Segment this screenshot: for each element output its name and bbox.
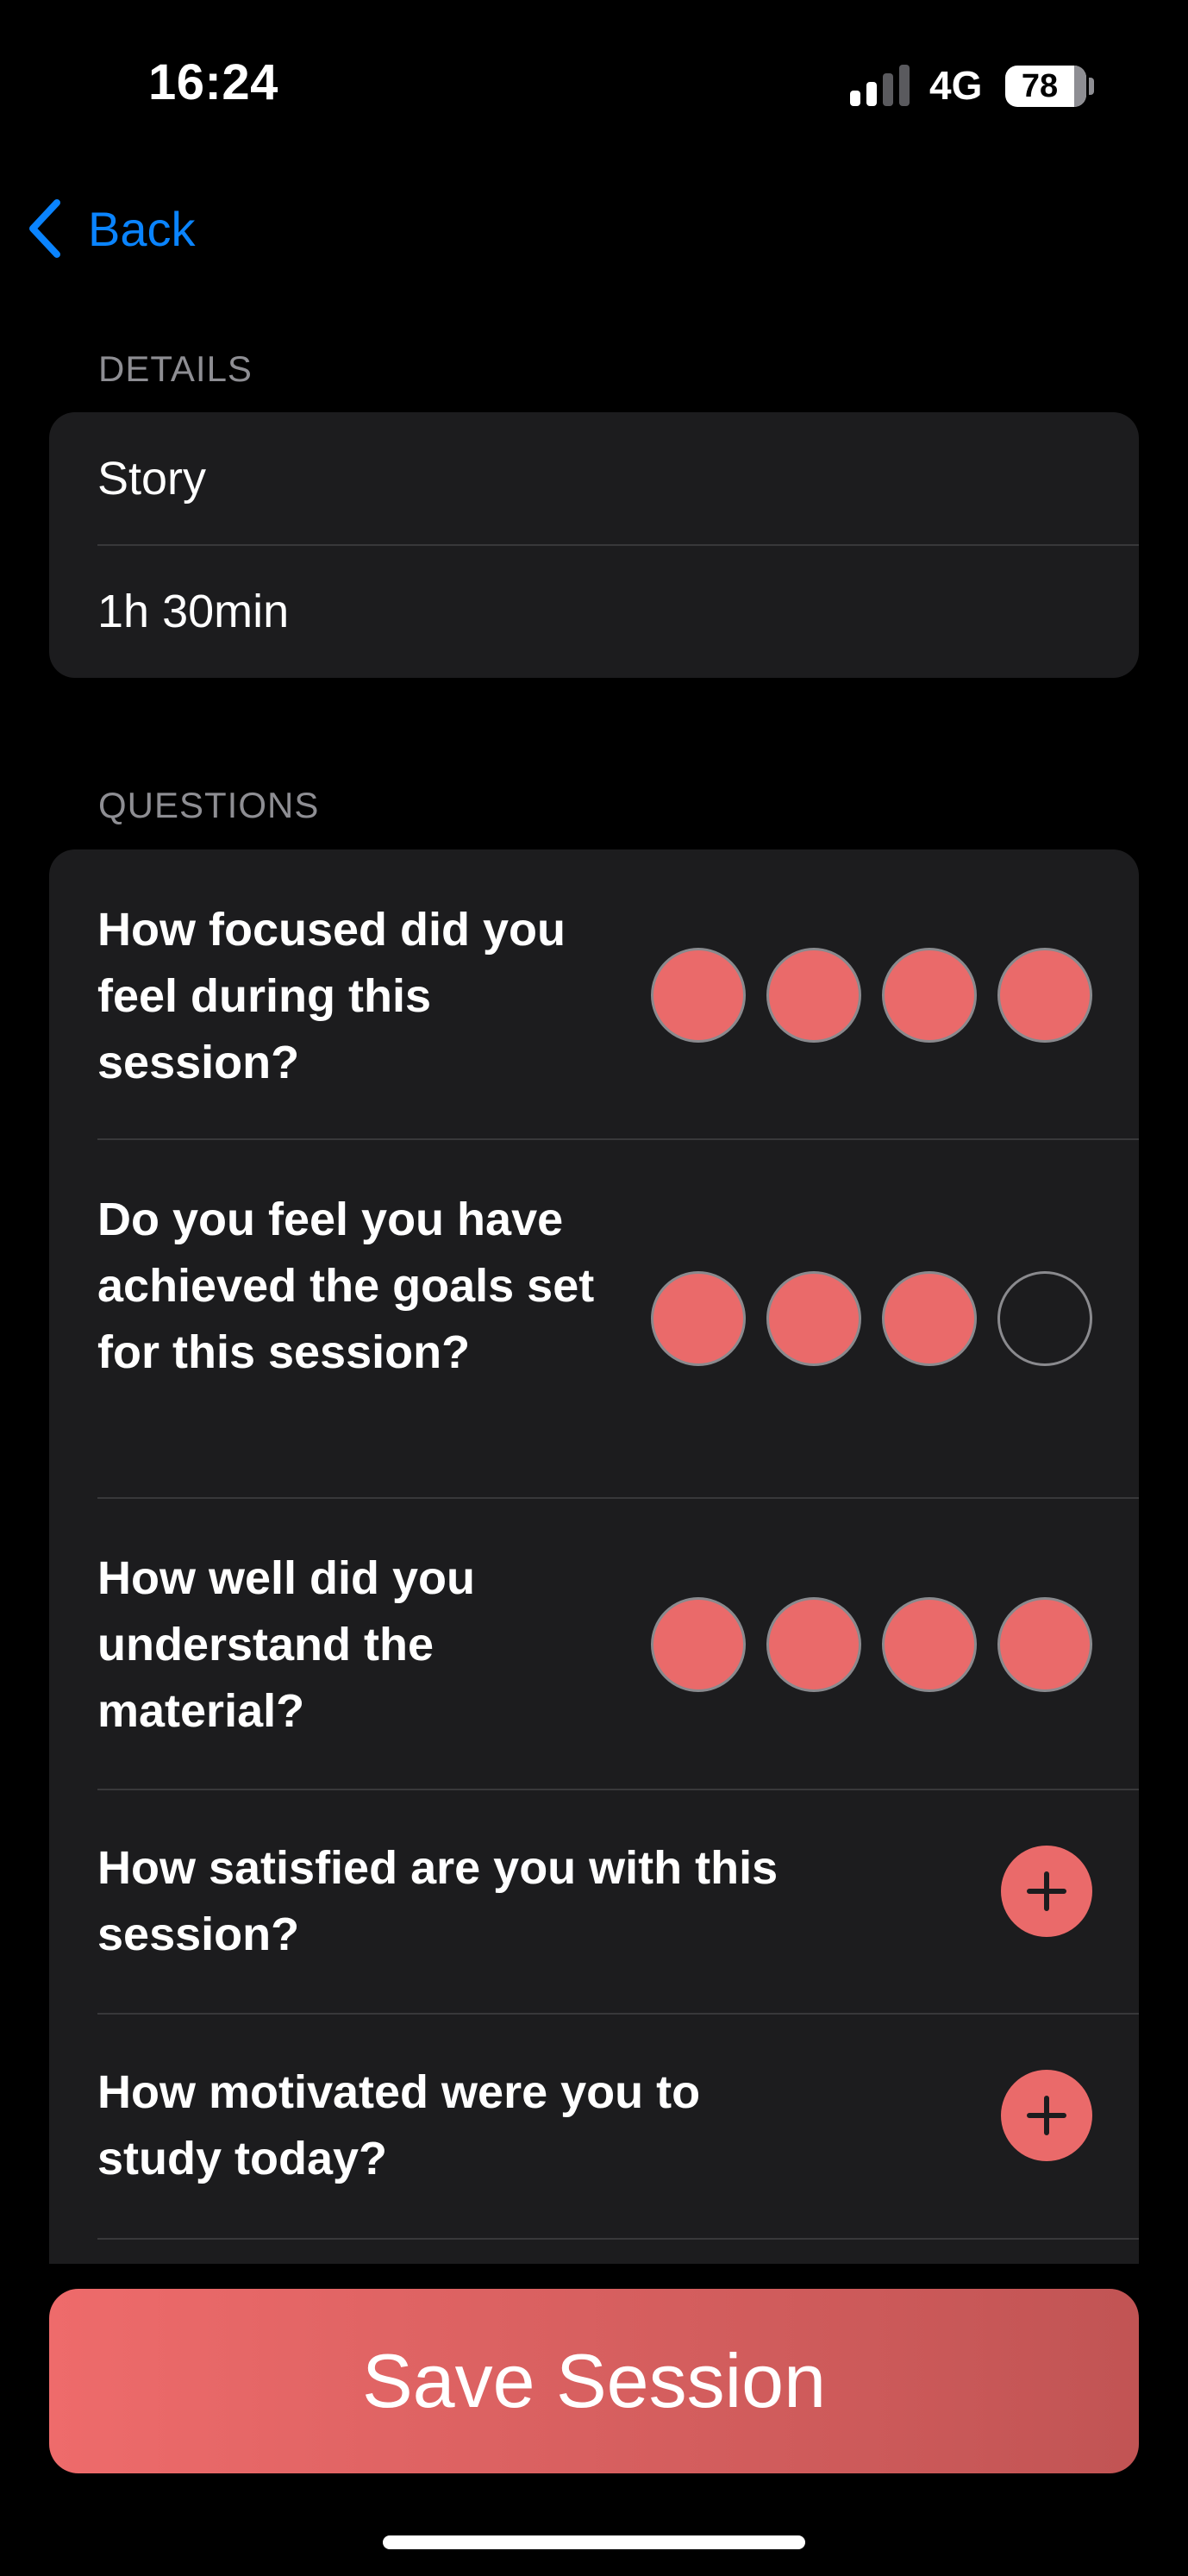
question-row-understanding: How well did you understand the material… [49, 1498, 1139, 1789]
rating-dot-3[interactable] [882, 1271, 977, 1366]
question-text-motivation: How motivated were you to study today? [97, 2066, 701, 2184]
rating-dot-4[interactable] [997, 948, 1092, 1043]
rating-dot-2[interactable] [766, 1597, 861, 1692]
question-text-goals: Do you feel you have achieved the goals … [97, 1194, 595, 1378]
question-text-focus: How focused did you feel during this ses… [97, 904, 566, 1088]
question-text-satisfaction: How satisfied are you with this session? [97, 1842, 778, 1960]
question-separator [97, 2238, 1139, 2240]
plus-icon [1027, 2096, 1066, 2135]
details-header: DETAILS [98, 348, 253, 389]
plus-icon [1027, 1871, 1066, 1911]
rating-goals [651, 1271, 1092, 1366]
question-row-goals: Do you feel you have achieved the goals … [49, 1139, 1139, 1498]
battery-level: 78 [1021, 68, 1059, 104]
back-label: Back [88, 201, 196, 256]
add-rating-button[interactable] [1001, 2070, 1092, 2161]
rating-dot-3[interactable] [882, 1597, 977, 1692]
rating-dot-3[interactable] [882, 948, 977, 1043]
question-row-motivation: How motivated were you to study today? [49, 2014, 1139, 2239]
questions-header: QUESTIONS [98, 785, 320, 825]
rating-dot-4[interactable] [997, 1597, 1092, 1692]
rating-dot-1[interactable] [651, 1597, 746, 1692]
questions-card: How focused did you feel during this ses… [49, 849, 1139, 2264]
question-row-focus: How focused did you feel during this ses… [49, 849, 1139, 1139]
rating-dot-1[interactable] [651, 948, 746, 1043]
rating-understanding [651, 1597, 1092, 1692]
back-button[interactable]: Back [26, 194, 196, 263]
status-time: 16:24 [148, 54, 278, 110]
status-bar: 16:24 4G 78 [0, 0, 1188, 172]
battery-empty-portion [1074, 66, 1086, 107]
rating-focus [651, 948, 1092, 1043]
details-row-category: Story [97, 412, 1139, 545]
signal-strength-icon [850, 65, 910, 106]
save-session-button[interactable]: Save Session [49, 2289, 1139, 2473]
details-category-text: Story [97, 453, 207, 505]
rating-dot-4[interactable] [997, 1271, 1092, 1366]
home-indicator [383, 2535, 805, 2549]
details-row-duration: 1h 30min [97, 545, 1139, 678]
battery-tip [1089, 78, 1094, 95]
network-type: 4G [929, 63, 983, 108]
question-text-understanding: How well did you understand the material… [97, 1552, 476, 1737]
details-duration-text: 1h 30min [97, 586, 290, 637]
rating-dot-1[interactable] [651, 1271, 746, 1366]
details-card: Story 1h 30min [49, 412, 1139, 678]
add-rating-button[interactable] [1001, 1846, 1092, 1937]
rating-dot-2[interactable] [766, 948, 861, 1043]
chevron-left-icon [29, 199, 60, 258]
rating-dot-2[interactable] [766, 1271, 861, 1366]
save-session-label: Save Session [361, 2338, 827, 2423]
question-row-satisfaction: How satisfied are you with this session? [49, 1789, 1139, 2014]
battery-icon: 78 [1005, 66, 1086, 107]
